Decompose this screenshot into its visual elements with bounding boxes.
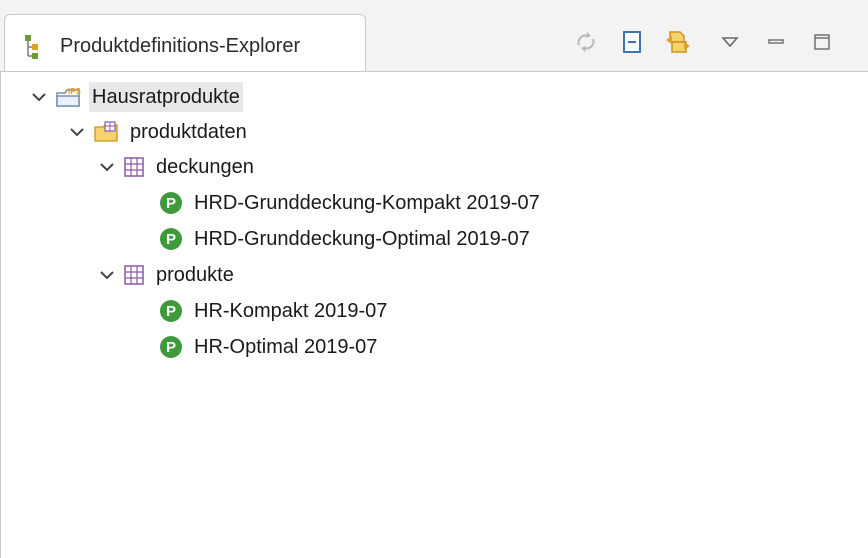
sync-icon[interactable] bbox=[572, 28, 600, 56]
package-folder-icon bbox=[93, 119, 119, 145]
tree-item-product[interactable]: P HR-Optimal 2019-07 bbox=[159, 331, 380, 363]
svg-text:P: P bbox=[166, 303, 176, 320]
view-tab-bar: Produktdefinitions-Explorer bbox=[0, 0, 868, 72]
tree-item-label: produkte bbox=[156, 264, 234, 286]
tree-item-label: HR-Kompakt 2019-07 bbox=[194, 300, 388, 322]
table-folder-icon bbox=[123, 156, 145, 178]
tree-item-product[interactable]: P HR-Kompakt 2019-07 bbox=[159, 295, 390, 327]
tree-item-label: HRD-Grunddeckung-Kompakt 2019-07 bbox=[194, 192, 540, 214]
product-definition-explorer-view: Produktdefinitions-Explorer IPS Hausratp… bbox=[0, 0, 868, 558]
product-cmpt-icon: P bbox=[159, 191, 183, 215]
tree-item-package[interactable]: produktdaten bbox=[69, 116, 250, 148]
chevron-down-icon[interactable] bbox=[99, 267, 115, 283]
svg-text:P: P bbox=[166, 231, 176, 248]
chevron-down-icon[interactable] bbox=[99, 159, 115, 175]
tree-item-label: deckungen bbox=[156, 156, 254, 178]
chevron-down-icon[interactable] bbox=[69, 124, 85, 140]
svg-text:IPS: IPS bbox=[68, 87, 81, 96]
tree-item-folder-deckungen[interactable]: deckungen bbox=[99, 151, 257, 183]
tree-item-product[interactable]: P HRD-Grunddeckung-Optimal 2019-07 bbox=[159, 223, 533, 255]
view-title: Produktdefinitions-Explorer bbox=[60, 35, 301, 57]
tree-item-label: HR-Optimal 2019-07 bbox=[194, 336, 378, 358]
tree-item-label: produktdaten bbox=[130, 121, 247, 143]
product-explorer-icon bbox=[22, 32, 44, 60]
product-cmpt-icon: P bbox=[159, 335, 183, 359]
maximize-icon[interactable] bbox=[808, 28, 836, 56]
view-menu-icon[interactable] bbox=[716, 28, 744, 56]
minimize-icon[interactable] bbox=[762, 28, 790, 56]
product-cmpt-icon: P bbox=[159, 299, 183, 323]
tree-item-label: HRD-Grunddeckung-Optimal 2019-07 bbox=[194, 228, 530, 250]
svg-text:P: P bbox=[166, 195, 176, 212]
link-with-editor-icon[interactable] bbox=[664, 28, 692, 56]
table-folder-icon bbox=[123, 264, 145, 286]
tree-item-label: Hausratprodukte bbox=[89, 82, 243, 112]
ips-project-icon: IPS bbox=[55, 84, 82, 110]
tree-item-root[interactable]: IPS Hausratprodukte bbox=[31, 81, 243, 113]
svg-text:P: P bbox=[166, 339, 176, 356]
product-cmpt-icon: P bbox=[159, 227, 183, 251]
chevron-down-icon[interactable] bbox=[31, 89, 47, 105]
tree-item-product[interactable]: P HRD-Grunddeckung-Kompakt 2019-07 bbox=[159, 187, 543, 219]
tree-viewer[interactable]: IPS Hausratprodukte produktdaten deckung… bbox=[0, 71, 868, 558]
collapse-all-icon[interactable] bbox=[618, 28, 646, 56]
tree-item-folder-produkte[interactable]: produkte bbox=[99, 259, 237, 291]
